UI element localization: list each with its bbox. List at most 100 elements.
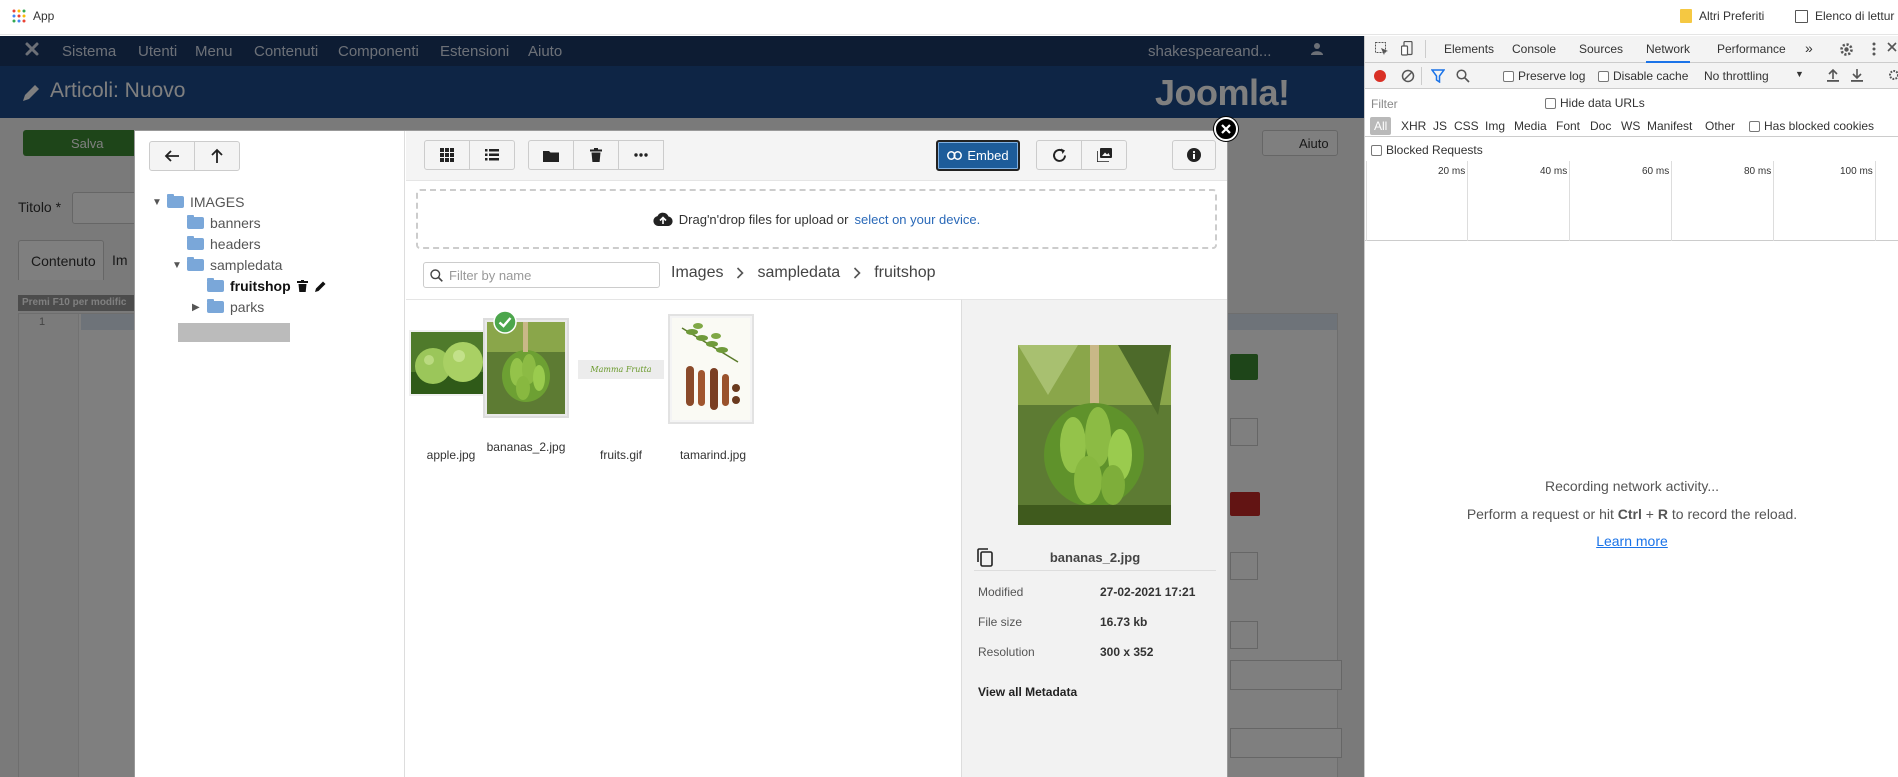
type-all[interactable]: All: [1370, 117, 1392, 135]
chevron-right-icon[interactable]: ▶: [192, 302, 200, 313]
learn-more-label: Learn more: [1596, 533, 1668, 549]
delete-button[interactable]: [573, 140, 619, 170]
list-view-button[interactable]: [469, 140, 515, 170]
tree-item-label: parks: [230, 299, 265, 315]
type-other[interactable]: Other: [1705, 119, 1735, 133]
view-metadata-link[interactable]: View all Metadata: [978, 685, 1077, 699]
type-ws[interactable]: WS: [1621, 119, 1640, 133]
inspect-icon[interactable]: [1375, 42, 1389, 56]
timeline-tick: [1569, 161, 1570, 241]
hint-plus: +: [1645, 506, 1654, 522]
record-icon[interactable]: [1373, 69, 1387, 83]
back-button[interactable]: [149, 141, 195, 171]
type-media[interactable]: Media: [1514, 119, 1547, 133]
grid-view-button[interactable]: [424, 140, 470, 170]
pencil-icon[interactable]: [314, 280, 327, 293]
hide-data-urls-checkbox[interactable]: Hide data URLs: [1545, 96, 1645, 110]
import-har-icon[interactable]: [1827, 68, 1839, 82]
select-device-link[interactable]: select on your device.: [855, 212, 981, 227]
type-doc[interactable]: Doc: [1590, 119, 1611, 133]
file-name-fruits: fruits.gif: [599, 448, 642, 462]
tree-item-banners[interactable]: banners: [187, 215, 261, 231]
file-tile-apple[interactable]: [409, 330, 491, 396]
modified-label: Modified: [978, 585, 1024, 599]
other-favorites-bookmark[interactable]: Altri Preferiti: [1680, 9, 1764, 23]
type-manifest[interactable]: Manifest: [1647, 119, 1692, 133]
clear-icon[interactable]: [1401, 69, 1415, 83]
type-css[interactable]: CSS: [1454, 119, 1479, 133]
reload-hint: Perform a request or hit Ctrl + R to rec…: [1365, 506, 1898, 522]
tree-item-sampledata[interactable]: sampledata: [187, 257, 282, 273]
reading-list-bookmark[interactable]: Elenco di lettur: [1795, 9, 1894, 23]
tab-sources[interactable]: Sources: [1579, 42, 1623, 56]
breadcrumb-fruitshop[interactable]: fruitshop: [874, 264, 935, 282]
throttling-select[interactable]: No throttling: [1704, 69, 1769, 83]
ellipsis-icon: [634, 153, 648, 157]
type-font[interactable]: Font: [1556, 119, 1580, 133]
learn-more-link[interactable]: Learn more: [1365, 533, 1898, 549]
cloud-upload-icon: [653, 212, 673, 226]
close-icon: [1221, 124, 1231, 134]
preserve-log-checkbox[interactable]: Preserve log: [1503, 69, 1585, 83]
breadcrumb-sampledata[interactable]: sampledata: [757, 264, 840, 282]
has-blocked-cookies-checkbox[interactable]: Has blocked cookies: [1749, 119, 1874, 133]
kebab-menu-icon[interactable]: [1872, 42, 1876, 56]
device-toolbar-icon[interactable]: [1401, 41, 1416, 56]
network-filter-input[interactable]: Filter: [1371, 97, 1398, 111]
file-tile-bananas[interactable]: [483, 310, 569, 418]
tree-item-images[interactable]: IMAGES: [167, 194, 244, 210]
tree-item-fruitshop[interactable]: fruitshop: [207, 278, 327, 294]
folder-icon: [543, 149, 559, 162]
file-tile-tamarind[interactable]: [668, 314, 754, 424]
file-size-value: 16.73 kb: [1100, 615, 1148, 629]
chevron-down-icon[interactable]: ▼: [172, 260, 182, 271]
export-har-icon[interactable]: [1851, 68, 1863, 82]
recording-message: Recording network activity...: [1544, 478, 1720, 494]
list-icon: [485, 149, 499, 161]
gear-icon[interactable]: [1839, 42, 1854, 57]
create-folder-button[interactable]: [528, 140, 574, 170]
refresh-button[interactable]: [1036, 140, 1082, 170]
trash-icon[interactable]: [296, 280, 308, 292]
folder-icon: [207, 299, 224, 313]
tab-elements[interactable]: Elements: [1444, 42, 1494, 56]
tree-item-label: sampledata: [210, 257, 283, 273]
chevron-down-icon[interactable]: ▼: [152, 197, 162, 208]
embed-button[interactable]: Embed: [936, 140, 1020, 171]
filter-icon[interactable]: [1431, 69, 1445, 83]
check-circle-icon: [493, 310, 517, 334]
up-button[interactable]: [194, 141, 240, 171]
file-tile-fruits[interactable]: Mamma Frutta: [578, 360, 664, 379]
timeline-tick: [1875, 161, 1876, 241]
tree-item-label: fruitshop: [230, 278, 291, 294]
preview-toggle-button[interactable]: [1081, 140, 1127, 170]
type-img[interactable]: Img: [1485, 119, 1505, 133]
type-js[interactable]: JS: [1433, 119, 1447, 133]
more-actions-button[interactable]: [618, 140, 664, 170]
upload-dropzone[interactable]: Drag'n'drop files for upload or select o…: [416, 189, 1217, 249]
close-icon[interactable]: [1887, 42, 1897, 52]
close-modal-button[interactable]: [1214, 117, 1238, 141]
timeline-tick: [1366, 161, 1367, 241]
tree-item-parks[interactable]: parks: [207, 299, 264, 315]
tab-network[interactable]: Network: [1646, 42, 1691, 63]
folder-icon: [187, 215, 204, 229]
type-xhr[interactable]: XHR: [1401, 119, 1426, 133]
disable-cache-checkbox[interactable]: Disable cache: [1598, 69, 1688, 83]
filter-input[interactable]: Filter by name: [423, 262, 660, 288]
breadcrumb-images[interactable]: Images: [671, 264, 723, 282]
filter-placeholder: Filter by name: [449, 267, 532, 283]
apple-thumbnail: [411, 332, 489, 394]
apps-bookmark[interactable]: App: [12, 9, 54, 23]
apps-grid-icon: [12, 9, 26, 23]
more-tabs-icon[interactable]: »: [1805, 40, 1813, 56]
tree-item-headers[interactable]: headers: [187, 236, 261, 252]
network-settings-icon[interactable]: [1889, 68, 1898, 82]
tab-console[interactable]: Console: [1512, 42, 1556, 56]
tab-performance[interactable]: Performance: [1717, 42, 1786, 56]
info-button[interactable]: [1172, 140, 1216, 170]
search-icon[interactable]: [1456, 69, 1470, 83]
trash-icon: [590, 148, 602, 162]
blocked-requests-checkbox[interactable]: Blocked Requests: [1371, 143, 1483, 157]
folder-icon: [1680, 9, 1692, 23]
